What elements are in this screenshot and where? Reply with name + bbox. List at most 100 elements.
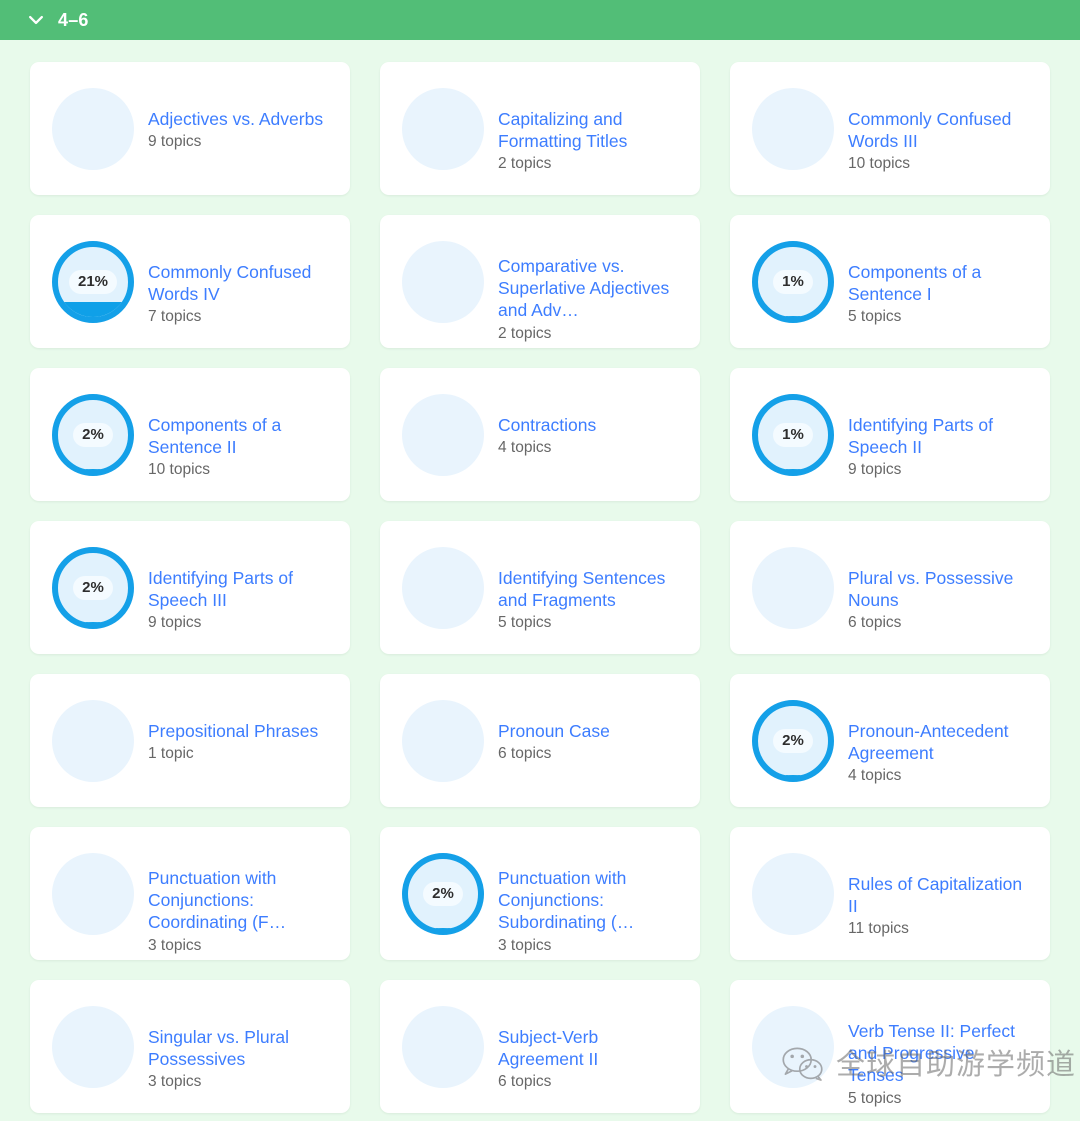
course-title-link[interactable]: Capitalizing and Formatting Titles xyxy=(498,108,684,152)
progress-ring-empty xyxy=(752,547,834,629)
course-card[interactable]: 1% Components of a Sentence I 5 topics xyxy=(730,215,1050,348)
course-card[interactable]: Contractions 4 topics xyxy=(380,368,700,501)
progress-percent-label: 2% xyxy=(73,576,113,600)
grade-range-label: 4–6 xyxy=(58,10,89,30)
course-card-grid: Adjectives vs. Adverbs 9 topics Capitalizi… xyxy=(0,40,1080,1113)
course-card[interactable]: Prepositional Phrases 1 topic xyxy=(30,674,350,807)
course-title-link[interactable]: Identifying Parts of Speech III xyxy=(148,567,334,611)
course-title-link[interactable]: Identifying Sentences and Fragments xyxy=(498,567,684,611)
course-title-link[interactable]: Prepositional Phrases xyxy=(148,720,334,742)
progress-circle xyxy=(52,1006,134,1088)
topic-count-label: 5 topics xyxy=(848,308,902,326)
course-card[interactable]: Singular vs. Plural Possessives 3 topics xyxy=(30,980,350,1113)
course-title-link[interactable]: Plural vs. Possessive Nouns xyxy=(848,567,1034,611)
progress-ring-empty xyxy=(52,853,134,935)
section-header[interactable]: 4–6 xyxy=(0,0,1080,40)
progress-percent-label: 1% xyxy=(773,423,813,447)
progress-ring-empty xyxy=(402,547,484,629)
progress-water-fill xyxy=(758,316,828,317)
course-card[interactable]: Pronoun Case 6 topics xyxy=(380,674,700,807)
progress-ring-empty xyxy=(52,88,134,170)
course-card[interactable]: 2% Identifying Parts of Speech III 9 topic… xyxy=(30,521,350,654)
course-card[interactable]: Rules of Capitalization II 11 topics xyxy=(730,827,1050,960)
topic-count-label: 3 topics xyxy=(148,1073,202,1091)
topic-count-label: 9 topics xyxy=(148,614,202,632)
course-card-text: Verb Tense II: Perfect and Progressive T… xyxy=(848,994,1034,1110)
progress-water-fill xyxy=(408,927,478,929)
course-card[interactable]: Punctuation with Conjunctions: Coordinat… xyxy=(30,827,350,960)
progress-circle xyxy=(752,547,834,629)
course-card[interactable]: 2% Components of a Sentence II 10 topics xyxy=(30,368,350,501)
course-card[interactable]: 2% Punctuation with Conjunctions: Subordi… xyxy=(380,827,700,960)
course-card[interactable]: 2% Pronoun-Antecedent Agreement 4 topics xyxy=(730,674,1050,807)
course-title-link[interactable]: Identifying Parts of Speech II xyxy=(848,414,1034,458)
topic-count-label: 6 topics xyxy=(498,745,552,763)
progress-percent-label: 2% xyxy=(423,882,463,906)
course-title-link[interactable]: Verb Tense II: Perfect and Progressive T… xyxy=(848,1020,1034,1087)
course-title-link[interactable]: Pronoun-Antecedent Agreement xyxy=(848,720,1034,764)
course-title-link[interactable]: Comparative vs. Superlative Adjectives a… xyxy=(498,255,684,322)
progress-percent-label: 2% xyxy=(73,423,113,447)
topic-count-label: 1 topic xyxy=(148,745,194,763)
progress-percent-label: 21% xyxy=(68,270,118,294)
progress-circle xyxy=(402,547,484,629)
course-title-link[interactable]: Components of a Sentence II xyxy=(148,414,334,458)
course-card[interactable]: 21% Commonly Confused Words IV 7 topics xyxy=(30,215,350,348)
topic-count-label: 6 topics xyxy=(848,614,902,632)
progress-ring-empty xyxy=(752,853,834,935)
course-title-link[interactable]: Adjectives vs. Adverbs xyxy=(148,108,334,130)
topic-count-label: 2 topics xyxy=(498,155,552,173)
progress-circle xyxy=(752,88,834,170)
course-card-text: Identifying Sentences and Fragments 5 top… xyxy=(498,535,684,635)
progress-circle xyxy=(402,394,484,476)
course-card[interactable]: Capitalizing and Formatting Titles 2 topi… xyxy=(380,62,700,195)
topic-count-label: 6 topics xyxy=(498,1073,552,1091)
course-title-link[interactable]: Rules of Capitalization II xyxy=(848,873,1034,917)
progress-circle xyxy=(402,1006,484,1088)
course-title-link[interactable]: Subject-Verb Agreement II xyxy=(498,1026,684,1070)
course-card[interactable]: 1% Identifying Parts of Speech II 9 topics xyxy=(730,368,1050,501)
course-card[interactable]: Verb Tense II: Perfect and Progressive T… xyxy=(730,980,1050,1113)
topic-count-label: 4 topics xyxy=(498,439,552,457)
course-card-text: Pronoun Case 6 topics xyxy=(498,688,684,766)
course-card[interactable]: Plural vs. Possessive Nouns 6 topics xyxy=(730,521,1050,654)
progress-circle: 2% xyxy=(752,700,834,782)
course-card[interactable]: Commonly Confused Words III 10 topics xyxy=(730,62,1050,195)
progress-ring-empty xyxy=(402,241,484,323)
course-card[interactable]: Identifying Sentences and Fragments 5 top… xyxy=(380,521,700,654)
topic-count-label: 5 topics xyxy=(498,614,552,632)
course-card[interactable]: Adjectives vs. Adverbs 9 topics xyxy=(30,62,350,195)
course-card-text: Commonly Confused Words IV 7 topics xyxy=(148,229,334,329)
progress-circle xyxy=(52,700,134,782)
course-title-link[interactable]: Contractions xyxy=(498,414,684,436)
topic-count-label: 10 topics xyxy=(148,461,211,479)
course-card-text: Plural vs. Possessive Nouns 6 topics xyxy=(848,535,1034,635)
topic-count-label: 11 topics xyxy=(848,920,909,938)
course-title-link[interactable]: Pronoun Case xyxy=(498,720,684,742)
topic-count-label: 3 topics xyxy=(498,936,552,954)
course-card-text: Punctuation with Conjunctions: Coordinat… xyxy=(148,841,334,957)
progress-circle xyxy=(402,241,484,323)
progress-ring-filled: 2% xyxy=(402,853,484,935)
progress-ring-empty xyxy=(752,1006,834,1088)
progress-water-fill xyxy=(758,469,828,470)
chevron-down-icon[interactable] xyxy=(26,10,46,30)
course-title-link[interactable]: Singular vs. Plural Possessives xyxy=(148,1026,334,1070)
course-title-link[interactable]: Punctuation with Conjunctions: Coordinat… xyxy=(148,867,334,934)
progress-circle: 1% xyxy=(752,394,834,476)
course-card-text: Identifying Parts of Speech II 9 topics xyxy=(848,382,1034,482)
topic-count-label: 4 topics xyxy=(848,767,902,785)
course-card[interactable]: Comparative vs. Superlative Adjectives a… xyxy=(380,215,700,348)
progress-ring-empty xyxy=(52,1006,134,1088)
course-card-text: Components of a Sentence I 5 topics xyxy=(848,229,1034,329)
progress-percent-label: 1% xyxy=(773,270,813,294)
course-title-link[interactable]: Components of a Sentence I xyxy=(848,261,1034,305)
course-title-link[interactable]: Commonly Confused Words III xyxy=(848,108,1034,152)
course-title-link[interactable]: Commonly Confused Words IV xyxy=(148,261,334,305)
progress-water-fill xyxy=(58,468,128,470)
course-title-link[interactable]: Punctuation with Conjunctions: Subordina… xyxy=(498,867,684,934)
progress-circle xyxy=(752,1006,834,1088)
course-card[interactable]: Subject-Verb Agreement II 6 topics xyxy=(380,980,700,1113)
progress-water-fill xyxy=(58,302,128,317)
progress-water-fill xyxy=(58,621,128,623)
